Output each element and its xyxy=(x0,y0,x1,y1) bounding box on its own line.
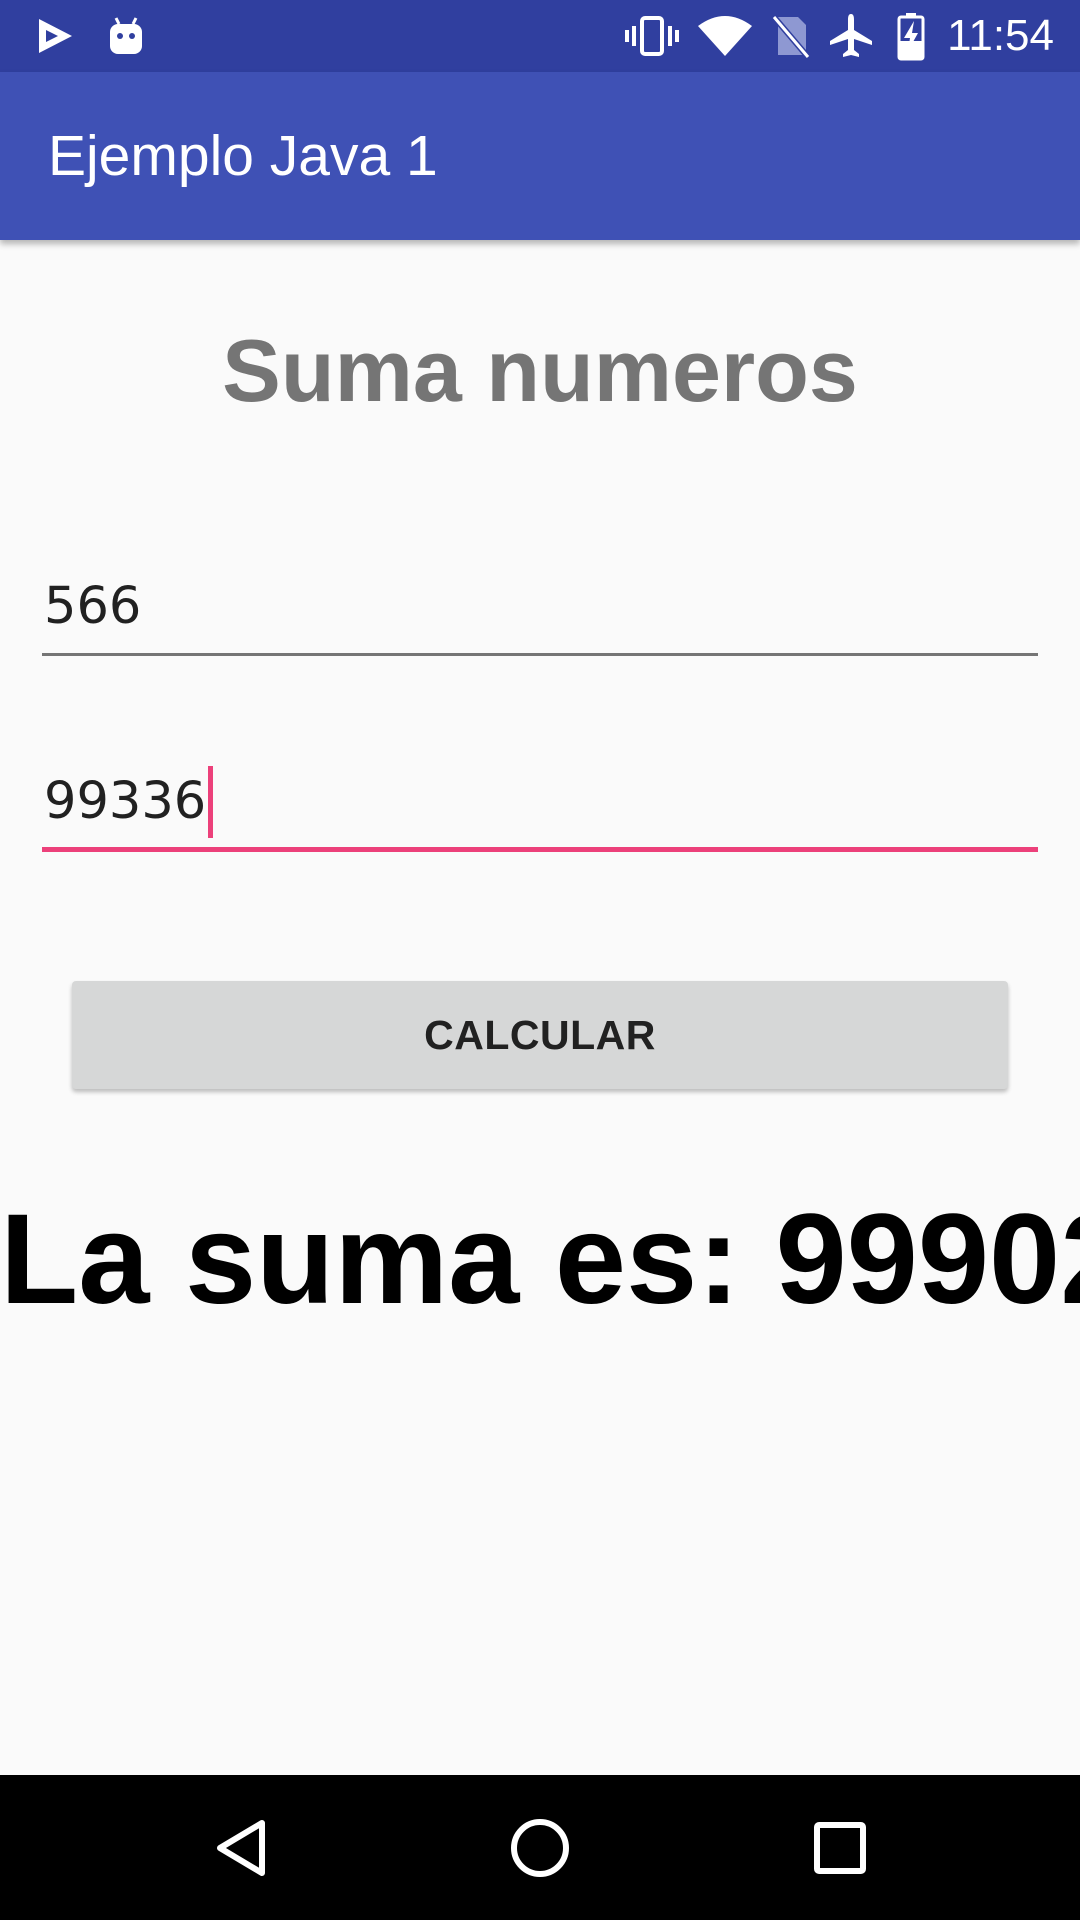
first-number-input[interactable]: 566 xyxy=(42,560,1038,656)
wifi-icon xyxy=(696,0,754,72)
status-bar: 11:54 xyxy=(0,0,1080,72)
second-number-input[interactable]: 99336 xyxy=(42,756,1038,852)
play-store-icon xyxy=(30,0,80,72)
airplane-mode-icon xyxy=(826,0,876,72)
home-icon[interactable] xyxy=(470,1775,610,1920)
android-icon xyxy=(104,0,148,72)
app-title: Ejemplo Java 1 xyxy=(48,124,438,188)
page-heading: Suma numeros xyxy=(222,321,858,420)
result-text: La suma es: 99902 xyxy=(0,1188,1080,1331)
second-number-value: 99336 xyxy=(44,772,207,831)
app-bar: Ejemplo Java 1 xyxy=(0,72,1080,240)
first-number-value: 566 xyxy=(44,577,142,636)
no-sim-icon xyxy=(768,0,812,72)
text-cursor xyxy=(208,765,214,838)
back-icon[interactable] xyxy=(172,1775,312,1920)
recents-icon[interactable] xyxy=(770,1775,910,1920)
battery-charging-icon xyxy=(894,0,928,72)
status-time: 11:54 xyxy=(947,11,1054,60)
navigation-bar xyxy=(0,1775,1080,1920)
calculate-button[interactable]: CALCULAR xyxy=(72,981,1008,1089)
vibrate-icon xyxy=(624,0,680,72)
main-content: Suma numeros 566 99336 CALCULAR La suma … xyxy=(0,240,1080,1775)
